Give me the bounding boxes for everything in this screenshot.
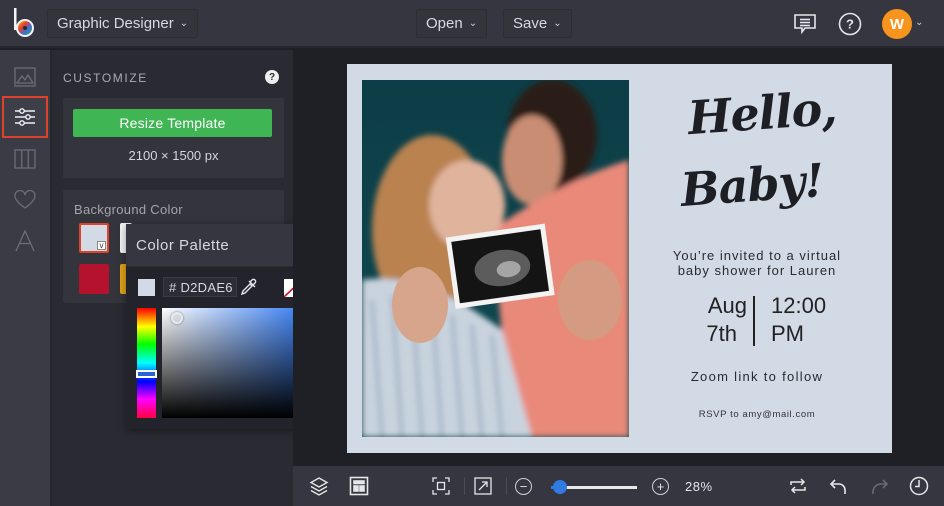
expand-icon[interactable] [473,476,493,496]
plus-icon: + [656,479,665,494]
headline-line-1[interactable]: Hello, [646,81,879,145]
save-label: Save [513,15,548,32]
invite-line-2[interactable]: baby shower for Lauren [647,263,867,279]
color-picker-handle[interactable] [171,312,183,324]
resize-template-button[interactable]: Resize Template [73,109,272,137]
toolbar-divider [464,477,465,495]
top-bar: Graphic Designer ⌄ Open ⌄ Save ⌄ ? W ⌄ [0,0,944,48]
zoom-in-button[interactable]: + [652,478,669,495]
hue-slider[interactable] [137,308,156,418]
resize-card: Resize Template 2100 × 1500 px [63,98,284,178]
fit-to-screen-icon[interactable] [431,476,451,496]
date-day[interactable]: 7th [687,320,737,348]
artboard[interactable]: Hello, Baby! You’re invited to a virtual… [347,64,892,453]
redo-icon[interactable] [869,476,889,496]
layers-icon[interactable] [309,476,329,496]
chevron-down-icon: ⌄ [468,18,478,29]
hue-slider-handle[interactable] [136,370,157,378]
sliders-icon [15,108,35,126]
zoom-slider-handle[interactable] [552,480,567,494]
app: Graphic Designer ⌄ Open ⌄ Save ⌄ ? W ⌄ C… [0,0,944,506]
rail-item-graphics[interactable] [2,179,48,221]
template-dimensions: 2100 × 1500 px [128,148,219,163]
rail-item-customize[interactable] [2,96,48,138]
rail-item-layouts[interactable] [2,138,48,180]
tool-rail [0,50,50,506]
svg-text:?: ? [846,17,854,32]
time-meridiem[interactable]: PM [771,320,841,348]
bottom-toolbar: − + 28% [293,466,944,506]
help-glyph: ? [268,71,276,83]
zoom-percentage: 28% [685,479,713,494]
palette-title: Color Palette [136,237,230,254]
save-dropdown[interactable]: Save ⌄ [503,9,572,38]
zoom-note[interactable]: Zoom link to follow [647,369,867,384]
headline-line-2[interactable]: Baby! [636,153,869,217]
chevron-down-icon[interactable]: ⌄ [915,17,923,28]
avatar-initial: W [889,15,905,33]
invite-line-1[interactable]: You’re invited to a virtual [647,248,867,264]
workspace-dropdown[interactable]: Graphic Designer ⌄ [47,9,199,38]
layout-icon[interactable] [349,476,369,496]
columns-icon [14,149,36,169]
date-time-divider [753,296,755,346]
swatch-red[interactable] [79,264,109,294]
open-dropdown[interactable]: Open ⌄ [416,9,488,38]
chevron-down-icon[interactable]: v [97,241,106,250]
time-hour[interactable]: 12:00 [771,292,841,320]
swatch-selected[interactable]: v [79,223,109,253]
comment-icon[interactable] [792,11,818,37]
chevron-down-icon: ⌄ [179,18,189,29]
heart-icon [14,190,36,209]
help-icon[interactable]: ? [837,11,863,37]
rail-item-text[interactable] [2,220,48,262]
chevron-down-icon: ⌄ [553,18,562,29]
panel-title: CUSTOMIZE [63,71,148,85]
date-month[interactable]: Aug [687,292,747,320]
history-icon[interactable] [909,476,929,496]
undo-icon[interactable] [829,476,849,496]
zoom-out-button[interactable]: − [515,478,532,495]
swap-icon[interactable] [788,476,808,496]
toolbar-divider [506,477,507,495]
rail-item-images[interactable] [2,56,48,98]
workspace-label: Graphic Designer [57,15,174,32]
minus-icon: − [519,479,528,494]
eyedropper-icon[interactable] [240,278,258,296]
text-icon [15,230,35,252]
image-icon [14,67,36,87]
help-icon[interactable]: ? [265,70,279,84]
current-color-swatch [138,279,155,296]
app-logo[interactable] [12,7,38,39]
open-label: Open [426,15,463,32]
invitation-photo[interactable] [362,80,629,437]
rsvp-line[interactable]: RSVP to amy@mail.com [647,409,867,420]
hex-input[interactable]: # D2DAE6 [163,277,237,297]
background-color-label: Background Color [74,202,183,217]
user-avatar[interactable]: W [882,9,912,39]
